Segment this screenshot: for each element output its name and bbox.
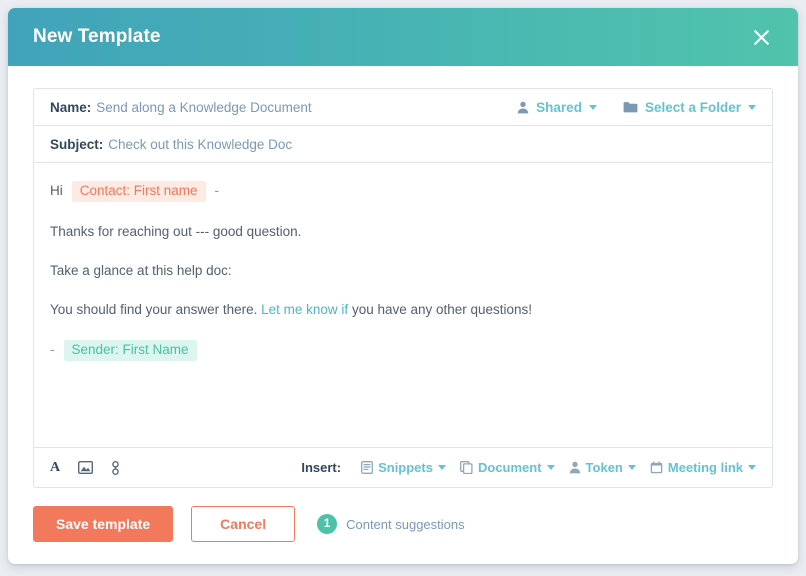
chevron-down-icon [437,465,446,470]
name-input[interactable]: Send along a Knowledge Document [96,100,311,115]
greeting-line: Hi Contact: First name - [50,181,756,202]
person-icon [517,101,529,114]
save-template-button[interactable]: Save template [33,506,174,542]
insert-meeting-link-label: Meeting link [667,460,743,475]
sharing-dropdown[interactable]: Shared [517,100,597,115]
insert-toolbar: Insert: Snippets Document Token Meeting … [301,460,756,475]
content-suggestions-label: Content suggestions [346,516,465,532]
insert-token-button[interactable]: Token [569,460,636,475]
chevron-down-icon [546,465,555,470]
paragraph-3: You should find your answer there. Let m… [50,301,756,319]
paragraph-3-after: you have any other questions! [348,301,533,317]
chevron-down-icon [748,104,756,110]
link-icon[interactable] [111,460,120,475]
insert-document-label: Document [477,460,542,475]
folder-icon [623,101,638,113]
paragraph-2: Take a glance at this help doc: [50,262,232,278]
chevron-down-icon [627,465,636,470]
cancel-button[interactable]: Cancel [191,506,296,542]
sender-first-name-token[interactable]: Sender: First Name [63,340,197,361]
folder-label: Select a Folder [644,99,741,115]
person-icon [569,461,581,474]
insert-snippets-button[interactable]: Snippets [361,460,446,475]
chevron-down-icon [748,465,756,470]
greeting-dash: - [214,183,220,199]
subject-row: Subject: Check out this Knowledge Doc [34,126,772,163]
insert-meeting-link-button[interactable]: Meeting link [650,460,756,475]
insert-document-button[interactable]: Document [460,460,555,475]
email-body-editor[interactable]: Hi Contact: First name - Thanks for reac… [34,163,772,447]
name-label: Name: [50,99,92,115]
status-badge: 1 [317,514,338,534]
calendar-icon [650,461,663,474]
modal-body: Name: Send along a Knowledge Document Sh… [8,66,798,488]
folder-dropdown[interactable]: Select a Folder [623,100,756,115]
subject-label: Subject: [50,136,104,152]
insert-label: Insert: [301,460,342,475]
paragraph-1: Thanks for reaching out --- good questio… [50,223,302,239]
close-icon[interactable] [748,24,774,50]
text-format-icon[interactable]: A [50,460,60,476]
contact-first-name-token[interactable]: Contact: First name [71,181,206,202]
snippet-icon [361,461,374,474]
template-editor: Name: Send along a Knowledge Document Sh… [33,88,773,488]
name-row: Name: Send along a Knowledge Document Sh… [34,89,772,126]
insert-snippets-label: Snippets [378,460,433,475]
signature-dash: - [50,342,55,358]
page-title: New Template [33,26,161,47]
signature-line: - Sender: First Name [50,340,756,361]
image-icon[interactable] [78,461,94,474]
sharing-label: Shared [536,99,582,115]
subject-input[interactable]: Check out this Knowledge Doc [108,137,292,152]
editor-toolbar: A Insert: Snippets Document Token Meetin… [34,447,772,487]
paragraph-3-link[interactable]: Let me know if [261,302,348,317]
modal-footer: Save template Cancel 1 Content suggestio… [8,488,798,564]
paragraph-3-before: You should find your answer there. [50,301,262,317]
insert-token-label: Token [585,460,623,475]
editor-toolbar-left: A [50,460,120,476]
content-suggestions[interactable]: 1 Content suggestions [317,514,465,534]
modal-header: New Template [8,8,798,66]
new-template-modal: New Template Name: Send along a Knowledg… [8,8,798,564]
chevron-down-icon [588,104,597,110]
document-icon [460,461,473,474]
greeting-text: Hi [50,183,63,199]
